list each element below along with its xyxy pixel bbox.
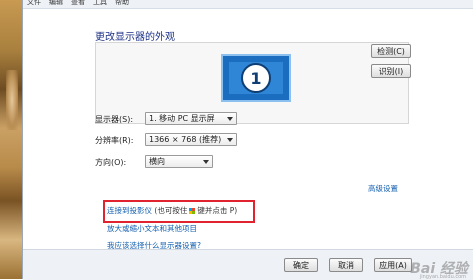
chevron-down-icon [203,160,209,164]
display-select[interactable]: 1. 移动 PC 显示屏 [145,112,237,125]
detect-button[interactable]: 检测(C) [371,44,411,58]
orientation-select[interactable]: 横向 [145,155,213,168]
menu-file[interactable]: 文件 [27,0,41,7]
desktop-background [0,0,22,279]
resolution-select[interactable]: 1366 × 768 (推荐) [145,133,237,146]
display-settings-window: 文件 编辑 查看 工具 帮助 更改显示器的外观 1 检测(C) 识别(I) 显示… [22,0,473,280]
identify-button[interactable]: 识别(I) [371,64,411,78]
cancel-button[interactable]: 取消 [329,258,363,272]
menu-help[interactable]: 帮助 [115,0,129,7]
connect-projector-link[interactable]: 连接到投影仪 [107,206,152,215]
windows-logo-icon [189,208,196,214]
chevron-down-icon [227,117,233,121]
resolution-select-value: 1366 × 768 (推荐) [149,135,222,144]
display-label: 显示器(S): [95,115,134,124]
text-size-link[interactable]: 放大或缩小文本和其他项目 [107,223,197,234]
menu-view[interactable]: 查看 [71,0,85,7]
monitor-preview: 1 [95,42,409,124]
baidu-watermark-url: jingyan.baidu.com [419,274,466,280]
orientation-label: 方向(O): [95,158,127,167]
ok-button[interactable]: 确定 [284,258,318,272]
display-select-value: 1. 移动 PC 显示屏 [149,114,215,123]
orientation-select-value: 横向 [149,157,165,166]
chevron-down-icon [227,138,233,142]
content-panel: 更改显示器的外观 1 检测(C) 识别(I) 显示器(S): 1. 移动 PC … [23,9,473,250]
page-title: 更改显示器的外观 [95,32,175,43]
monitor-1[interactable]: 1 [221,54,291,102]
menubar: 文件 编辑 查看 工具 帮助 [23,0,473,9]
projector-hint-suffix: 键并点击 P) [197,206,238,215]
menu-tools[interactable]: 工具 [93,0,107,7]
apply-button[interactable]: 应用(A) [374,258,412,272]
projector-hint-prefix: (也可按住 [154,206,188,215]
resolution-label: 分辨率(R): [95,136,134,145]
footer-bar: 确定 取消 应用(A) Bai 经验 jingyan.baidu.com [23,249,473,280]
projector-link-row: 连接到投影仪 (也可按住 键并点击 P) [107,205,237,216]
monitor-number-badge: 1 [241,63,271,93]
advanced-settings-link[interactable]: 高级设置 [368,183,398,194]
menu-edit[interactable]: 编辑 [49,0,63,7]
